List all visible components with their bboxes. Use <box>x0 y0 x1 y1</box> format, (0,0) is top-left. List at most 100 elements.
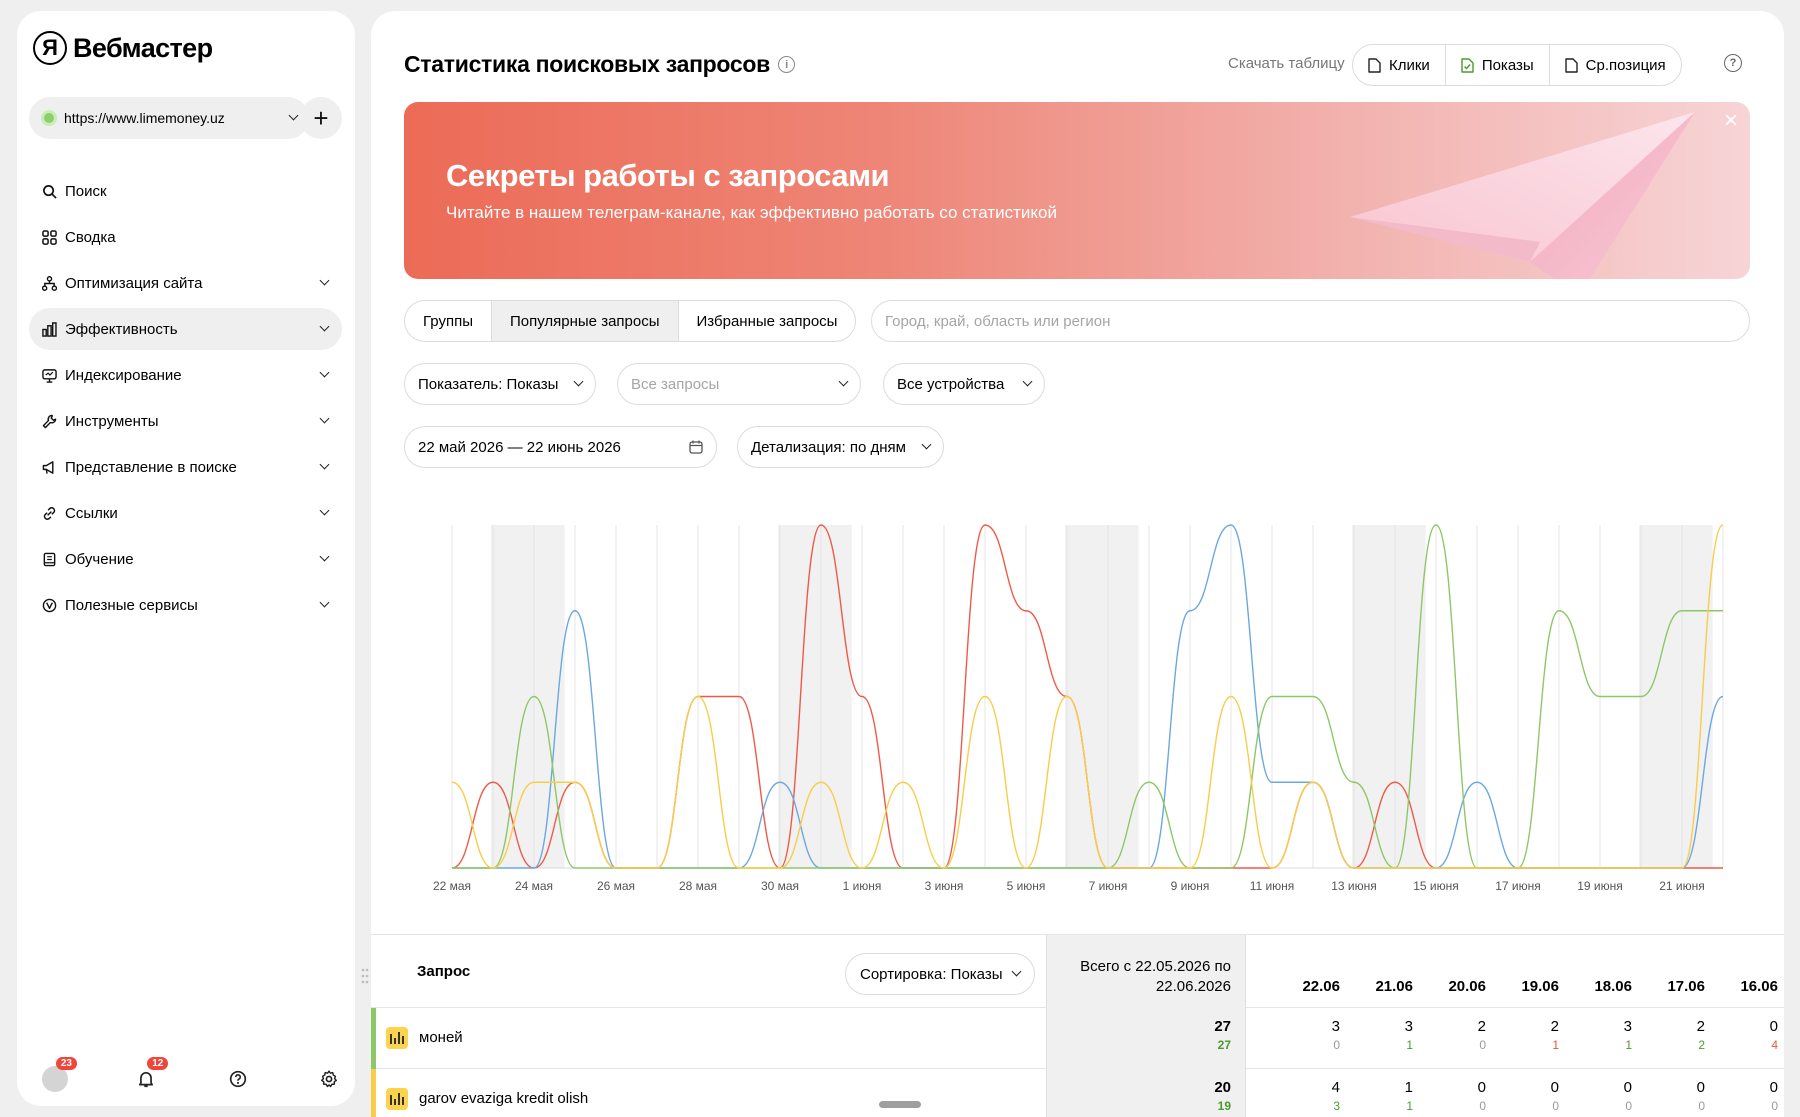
logo[interactable]: Я Вебмастер <box>33 31 213 65</box>
x-tick-label: 7 июня <box>1089 879 1128 893</box>
chevron-down-icon <box>573 376 584 387</box>
sidebar-item-site-optimization[interactable]: Оптимизация сайта <box>29 262 342 304</box>
logo-text: Вебмастер <box>73 32 213 63</box>
weekend-band <box>778 525 852 868</box>
table-row[interactable]: garov evaziga kredit olish 20 19 4 3 1 1… <box>371 1069 1784 1117</box>
day-cell: 2 1 <box>1499 1018 1559 1054</box>
download-table-label: Скачать таблицу <box>1228 55 1345 72</box>
day-value: 0 <box>1769 1018 1778 1035</box>
close-icon[interactable]: × <box>1720 109 1742 133</box>
x-tick-label: 22 мая <box>433 879 471 893</box>
column-header-date[interactable]: 18.06 <box>1572 978 1632 995</box>
x-tick-label: 15 июня <box>1413 879 1459 893</box>
x-tick-label: 9 июня <box>1171 879 1210 893</box>
avatar[interactable]: 23 <box>37 1057 77 1097</box>
notifications-badge: 12 <box>147 1057 169 1070</box>
region-input[interactable] <box>871 300 1750 342</box>
help-button[interactable] <box>220 1061 256 1097</box>
x-tick-label: 17 июня <box>1495 879 1541 893</box>
x-tick-label: 13 июня <box>1331 879 1377 893</box>
compass-icon <box>41 597 57 613</box>
query-text[interactable]: моней <box>419 1029 463 1046</box>
weekend-band <box>491 525 565 868</box>
scroll-indicator[interactable] <box>879 1101 921 1108</box>
devices-select-value: Все устройства <box>897 375 1005 393</box>
day-sub-value: 3 <box>1333 1099 1340 1113</box>
sidebar-item-label: Индексирование <box>65 366 182 384</box>
x-tick-label: 28 мая <box>679 879 717 893</box>
x-tick-label: 3 июня <box>925 879 964 893</box>
column-header-date[interactable]: 21.06 <box>1353 978 1413 995</box>
day-value: 3 <box>1404 1018 1413 1035</box>
promo-banner[interactable]: Секреты работы с запросами Читайте в наш… <box>404 102 1750 279</box>
export-shows-button[interactable]: Показы <box>1446 45 1550 85</box>
sidebar-item-useful-services[interactable]: Полезные сервисы <box>29 584 342 626</box>
sidebar-item-links[interactable]: Ссылки <box>29 492 342 534</box>
export-position-button[interactable]: Ср.позиция <box>1550 45 1681 85</box>
sidebar-item-tools[interactable]: Инструменты <box>29 400 342 442</box>
chevron-down-icon <box>319 551 330 562</box>
total-header-line1: Всего с 22.05.2026 по <box>1080 958 1231 975</box>
sidebar-item-efficiency[interactable]: Эффективность <box>29 308 342 350</box>
detail-select[interactable]: Детализация: по дням <box>737 426 944 468</box>
x-tick-label: 26 мая <box>597 879 635 893</box>
day-cell: 4 3 <box>1280 1079 1340 1115</box>
chevron-down-icon <box>319 367 330 378</box>
tab-favorite-queries[interactable]: Избранные запросы <box>679 301 856 341</box>
total-value: 27 <box>1214 1018 1231 1035</box>
sort-select[interactable]: Сортировка: Показы <box>845 953 1035 995</box>
bar-chart-icon[interactable] <box>386 1088 408 1110</box>
x-tick-label: 21 июня <box>1659 879 1705 893</box>
total-header-line2: 22.06.2026 <box>1155 978 1231 995</box>
paper-plane-illustration <box>1350 112 1695 279</box>
sidebar-item-search-appearance[interactable]: Представление в поиске <box>29 446 342 488</box>
chevron-down-icon <box>319 505 330 516</box>
tab-popular-queries[interactable]: Популярные запросы <box>491 301 679 341</box>
day-sub-value: 1 <box>1406 1038 1413 1052</box>
day-cell: 2 0 <box>1426 1018 1486 1054</box>
help-icon[interactable]: ? <box>1724 54 1742 72</box>
settings-button[interactable] <box>311 1061 347 1097</box>
drag-handle-icon[interactable] <box>360 961 370 991</box>
file-check-icon <box>1461 57 1474 73</box>
day-cell: 0 0 <box>1499 1079 1559 1115</box>
sidebar-item-summary[interactable]: Сводка <box>29 216 342 258</box>
book-icon <box>41 551 57 567</box>
day-sub-value: 0 <box>1771 1099 1778 1113</box>
metric-select-value: Показатель: Показы <box>418 375 559 393</box>
sidebar-item-label: Поиск <box>65 182 107 200</box>
sidebar-item-search[interactable]: Поиск <box>29 170 342 212</box>
column-header-date[interactable]: 17.06 <box>1645 978 1705 995</box>
export-clicks-button[interactable]: Клики <box>1353 45 1446 85</box>
notifications-button[interactable]: 12 <box>128 1057 169 1097</box>
bar-chart-icon[interactable] <box>386 1027 408 1049</box>
chevron-down-icon <box>1022 376 1033 387</box>
sort-select-value: Сортировка: Показы <box>860 965 1003 983</box>
avatar-badge: 23 <box>55 1057 77 1070</box>
chevron-down-icon <box>838 376 849 387</box>
metric-select[interactable]: Показатель: Показы <box>404 363 596 405</box>
column-header-date[interactable]: 22.06 <box>1280 978 1340 995</box>
site-selector[interactable]: https://www.limemoney.uz <box>29 97 309 139</box>
add-site-button[interactable]: + <box>300 97 342 139</box>
date-range-picker[interactable]: 22 май 2026 — 22 июнь 2026 <box>404 426 717 468</box>
column-header-total[interactable]: Всего с 22.05.2026 по 22.06.2026 <box>1046 935 1246 1009</box>
day-value: 2 <box>1696 1018 1705 1035</box>
day-value: 0 <box>1550 1079 1559 1096</box>
column-header-date[interactable]: 19.06 <box>1499 978 1559 995</box>
day-value: 2 <box>1550 1018 1559 1035</box>
info-icon[interactable]: i <box>777 56 795 73</box>
column-header-date[interactable]: 20.06 <box>1426 978 1486 995</box>
sidebar-item-indexing[interactable]: Индексирование <box>29 354 342 396</box>
day-cell: 1 1 <box>1353 1079 1413 1115</box>
query-text[interactable]: garov evaziga kredit olish <box>419 1090 588 1107</box>
bell-icon <box>139 1072 154 1088</box>
sidebar-item-label: Оптимизация сайта <box>65 274 203 292</box>
sidebar-item-learning[interactable]: Обучение <box>29 538 342 580</box>
devices-select[interactable]: Все устройства <box>883 363 1045 405</box>
column-header-date[interactable]: 16.06 <box>1718 978 1778 995</box>
tab-groups[interactable]: Группы <box>405 301 492 341</box>
queries-select[interactable]: Все запросы <box>617 363 861 405</box>
table-row[interactable]: моней 27 27 3 0 3 1 2 0 2 1 3 1 2 2 0 4 <box>371 1008 1784 1069</box>
day-cell: 3 1 <box>1572 1018 1632 1054</box>
